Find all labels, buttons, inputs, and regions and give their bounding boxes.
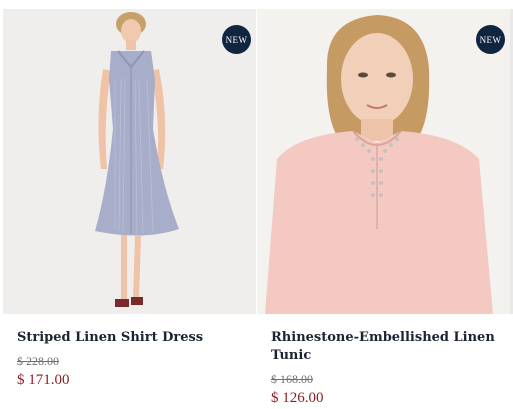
sale-price: $ 171.00 bbox=[17, 372, 70, 388]
sale-price: $ 126.00 bbox=[271, 390, 324, 406]
product-card[interactable]: NEW Rhinestone-Embellished Linen Tunic $… bbox=[257, 0, 510, 409]
product-grid: NEW Striped Linen Shirt Dress $ 228.00 $… bbox=[0, 0, 513, 409]
new-badge: NEW bbox=[476, 25, 505, 54]
product-image[interactable]: NEW bbox=[257, 9, 510, 314]
product-image[interactable]: NEW bbox=[3, 9, 256, 314]
original-price: $ 168.00 bbox=[271, 372, 313, 386]
product-title[interactable]: Rhinestone-Embellished Linen Tunic bbox=[271, 329, 501, 365]
new-badge: NEW bbox=[222, 25, 251, 54]
product-photo-striped-dress bbox=[3, 9, 256, 314]
original-price: $ 228.00 bbox=[17, 354, 59, 368]
product-photo-pink-tunic bbox=[257, 9, 510, 314]
product-card[interactable]: NEW Striped Linen Shirt Dress $ 228.00 $… bbox=[3, 0, 256, 409]
product-title[interactable]: Striped Linen Shirt Dress bbox=[17, 329, 247, 347]
